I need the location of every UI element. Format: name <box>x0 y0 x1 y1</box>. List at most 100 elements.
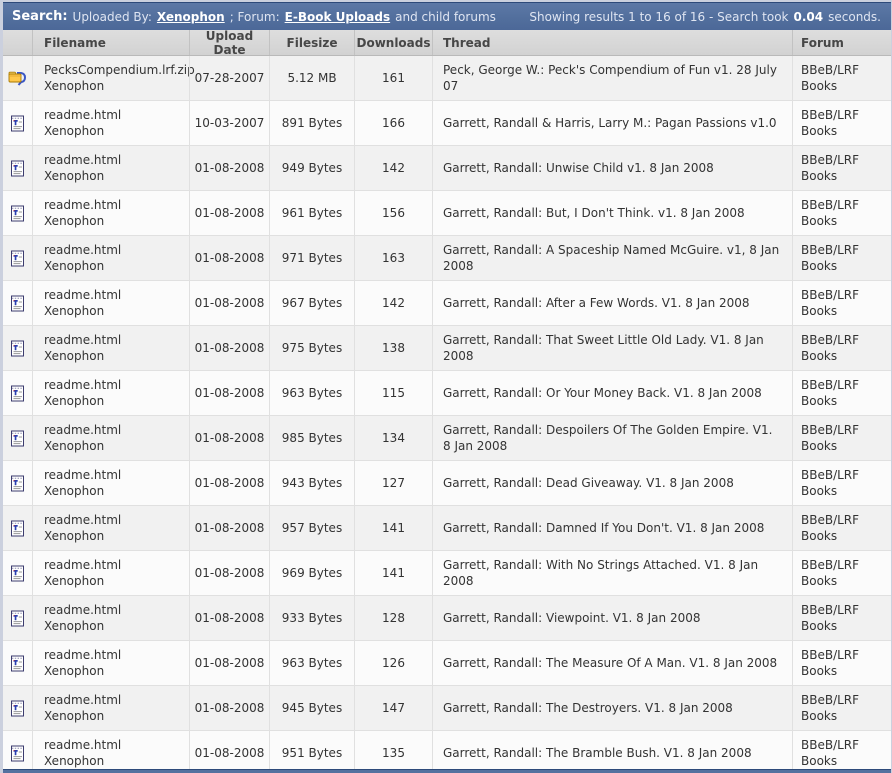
filename-link[interactable]: readme.html <box>44 287 189 303</box>
forum-name-link[interactable]: BBeB/LRF Books <box>801 107 887 139</box>
forum-name-link[interactable]: BBeB/LRF Books <box>801 422 887 454</box>
thread-cell: Garrett, Randall: That Sweet Little Old … <box>432 326 792 370</box>
uploader-name[interactable]: Xenophon <box>44 168 189 184</box>
filetype-cell <box>3 596 32 640</box>
forum-name-link[interactable]: BBeB/LRF Books <box>801 332 887 364</box>
downloads-cell: 156 <box>354 191 432 235</box>
filename-link[interactable]: readme.html <box>44 602 189 618</box>
search-label: Search: <box>12 9 68 24</box>
filename-link[interactable]: readme.html <box>44 242 189 258</box>
filetype-cell <box>3 551 32 595</box>
forum-name-link[interactable]: BBeB/LRF Books <box>801 197 887 229</box>
forum-name-link[interactable]: BBeB/LRF Books <box>801 152 887 184</box>
uploader-name[interactable]: Xenophon <box>44 663 189 679</box>
forum-name-link[interactable]: BBeB/LRF Books <box>801 467 887 499</box>
filename-link[interactable]: readme.html <box>44 152 189 168</box>
forum-name-link[interactable]: BBeB/LRF Books <box>801 242 887 274</box>
uploader-name[interactable]: Xenophon <box>44 753 189 769</box>
filename-cell: readme.html Xenophon <box>32 416 189 460</box>
filename-link[interactable]: readme.html <box>44 197 189 213</box>
thread-link[interactable]: Garrett, Randall: The Measure Of A Man. … <box>443 655 780 671</box>
upload-date-cell: 07-28-2007 <box>189 56 269 100</box>
uploader-name[interactable]: Xenophon <box>44 483 189 499</box>
thread-cell: Garrett, Randall: Viewpoint. V1. 8 Jan 2… <box>432 596 792 640</box>
thread-cell: Garrett, Randall: The Measure Of A Man. … <box>432 641 792 685</box>
forum-cell: BBeB/LRF Books <box>792 731 891 773</box>
column-header-thread: Thread <box>432 30 792 55</box>
table-row: readme.html Xenophon 01-08-2008 961 Byte… <box>3 191 891 236</box>
thread-link[interactable]: Garrett, Randall: But, I Don't Think. v1… <box>443 205 780 221</box>
filename-link[interactable]: readme.html <box>44 332 189 348</box>
forum-cell: BBeB/LRF Books <box>792 506 891 550</box>
forum-name-link[interactable]: BBeB/LRF Books <box>801 692 887 724</box>
uploader-name[interactable]: Xenophon <box>44 438 189 454</box>
table-row: readme.html Xenophon 01-08-2008 957 Byte… <box>3 506 891 551</box>
uploader-name[interactable]: Xenophon <box>44 303 189 319</box>
filename-link[interactable]: PecksCompendium.lrf.zip <box>44 62 195 78</box>
filesize-cell: 975 Bytes <box>269 326 354 370</box>
thread-link[interactable]: Garrett, Randall: After a Few Words. V1.… <box>443 295 780 311</box>
uploader-name[interactable]: Xenophon <box>44 393 189 409</box>
thread-link[interactable]: Peck, George W.: Peck's Compendium of Fu… <box>443 62 780 94</box>
thread-link[interactable]: Garrett, Randall: With No Strings Attach… <box>443 557 780 589</box>
html-file-icon <box>8 204 27 223</box>
html-file-icon <box>8 564 27 583</box>
thread-link[interactable]: Garrett, Randall: Viewpoint. V1. 8 Jan 2… <box>443 610 780 626</box>
downloads-cell: 161 <box>354 56 432 100</box>
filename-cell: readme.html Xenophon <box>32 731 189 773</box>
forum-cell: BBeB/LRF Books <box>792 101 891 145</box>
filename-cell: readme.html Xenophon <box>32 326 189 370</box>
thread-link[interactable]: Garrett, Randall & Harris, Larry M.: Pag… <box>443 115 780 131</box>
thread-link[interactable]: Garrett, Randall: Unwise Child v1. 8 Jan… <box>443 160 780 176</box>
uploader-name[interactable]: Xenophon <box>44 573 189 589</box>
filename-cell: readme.html Xenophon <box>32 146 189 190</box>
thread-link[interactable]: Garrett, Randall: The Destroyers. V1. 8 … <box>443 700 780 716</box>
filesize-cell: 949 Bytes <box>269 146 354 190</box>
downloads-cell: 115 <box>354 371 432 415</box>
thread-cell: Peck, George W.: Peck's Compendium of Fu… <box>432 56 792 100</box>
filename-link[interactable]: readme.html <box>44 692 189 708</box>
thread-cell: Garrett, Randall: A Spaceship Named McGu… <box>432 236 792 280</box>
forum-name-link[interactable]: BBeB/LRF Books <box>801 512 887 544</box>
forum-name-link[interactable]: BBeB/LRF Books <box>801 737 887 769</box>
thread-link[interactable]: Garrett, Randall: Or Your Money Back. V1… <box>443 385 780 401</box>
forum-name-link[interactable]: BBeB/LRF Books <box>801 557 887 589</box>
filename-link[interactable]: readme.html <box>44 377 189 393</box>
uploader-name[interactable]: Xenophon <box>44 78 189 94</box>
uploader-link[interactable]: Xenophon <box>157 10 225 24</box>
forum-name-link[interactable]: BBeB/LRF Books <box>801 377 887 409</box>
uploader-name[interactable]: Xenophon <box>44 348 189 364</box>
forum-cell: BBeB/LRF Books <box>792 281 891 325</box>
uploader-name[interactable]: Xenophon <box>44 528 189 544</box>
filename-link[interactable]: readme.html <box>44 107 189 123</box>
forum-name-link[interactable]: BBeB/LRF Books <box>801 287 887 319</box>
thread-link[interactable]: Garrett, Randall: Despoilers Of The Gold… <box>443 422 780 454</box>
forum-name-link[interactable]: BBeB/LRF Books <box>801 62 887 94</box>
thread-cell: Garrett, Randall: The Destroyers. V1. 8 … <box>432 686 792 730</box>
filesize-cell: 951 Bytes <box>269 731 354 773</box>
filename-link[interactable]: readme.html <box>44 512 189 528</box>
forum-link[interactable]: E-Book Uploads <box>285 10 391 24</box>
html-file-icon <box>8 474 27 493</box>
filename-link[interactable]: readme.html <box>44 557 189 573</box>
thread-link[interactable]: Garrett, Randall: Damned If You Don't. V… <box>443 520 780 536</box>
thread-link[interactable]: Garrett, Randall: A Spaceship Named McGu… <box>443 242 780 274</box>
uploader-name[interactable]: Xenophon <box>44 708 189 724</box>
thread-link[interactable]: Garrett, Randall: The Bramble Bush. V1. … <box>443 745 780 761</box>
filesize-cell: 963 Bytes <box>269 641 354 685</box>
filename-link[interactable]: readme.html <box>44 422 189 438</box>
uploader-name[interactable]: Xenophon <box>44 123 189 139</box>
thread-link[interactable]: Garrett, Randall: That Sweet Little Old … <box>443 332 780 364</box>
uploader-name[interactable]: Xenophon <box>44 618 189 634</box>
filename-link[interactable]: readme.html <box>44 737 189 753</box>
thread-link[interactable]: Garrett, Randall: Dead Giveaway. V1. 8 J… <box>443 475 780 491</box>
thread-cell: Garrett, Randall: Damned If You Don't. V… <box>432 506 792 550</box>
forum-name-link[interactable]: BBeB/LRF Books <box>801 647 887 679</box>
uploader-name[interactable]: Xenophon <box>44 213 189 229</box>
table-row: PecksCompendium.lrf.zip Xenophon 07-28-2… <box>3 56 891 101</box>
forum-name-link[interactable]: BBeB/LRF Books <box>801 602 887 634</box>
downloads-cell: 126 <box>354 641 432 685</box>
filename-link[interactable]: readme.html <box>44 467 189 483</box>
filename-link[interactable]: readme.html <box>44 647 189 663</box>
uploader-name[interactable]: Xenophon <box>44 258 189 274</box>
